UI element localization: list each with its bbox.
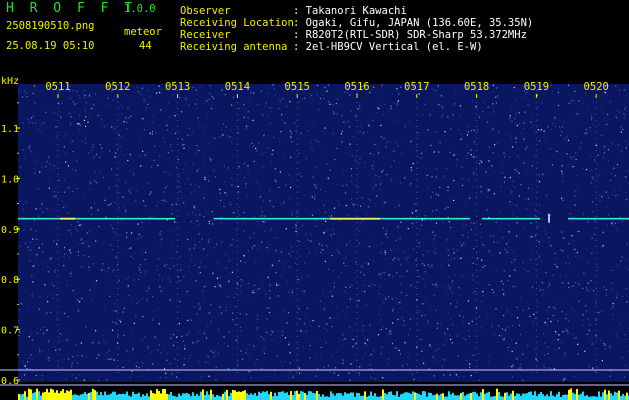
freq-tick-label: 1.0 (1, 174, 19, 185)
info-value-antenna: : 2el-HB9CV Vertical (el. E-W) (293, 41, 483, 53)
freq-tick-label: 0.7 (1, 326, 19, 337)
freq-tick-label: 1.1 (1, 124, 19, 135)
freq-tick-label: 0.8 (1, 275, 19, 286)
freq-tick-label: 0.9 (1, 225, 19, 236)
spectrogram-area: 0511 0512 0513 0514 0515 0516 0517 0518 0519 0520… (0, 74, 629, 400)
meteor-label: meteor (124, 26, 162, 38)
time-tick-label: 0513 (165, 81, 190, 93)
capture-datetime: 25.08.19 05:10 (6, 40, 95, 52)
file-name: 2508190510.png (6, 20, 95, 32)
time-tick-label: 0512 (105, 81, 130, 93)
time-tick-label: 0517 (404, 81, 429, 93)
time-tick-label: 0515 (285, 81, 310, 93)
app-version: 1.0.0 (124, 3, 156, 15)
info-label-antenna: Receiving antenna (180, 41, 288, 53)
meteor-count: 44 (139, 40, 152, 52)
time-tick-label: 0516 (344, 81, 369, 93)
header-panel: H R O F F T 1.0.0 2508190510.png meteor … (0, 0, 629, 74)
y-axis-unit-label: kHz (1, 76, 19, 87)
time-tick-label: 0514 (225, 81, 250, 93)
time-tick-label: 0519 (524, 81, 549, 93)
time-tick-label: 0520 (584, 81, 609, 93)
time-tick-label: 0518 (464, 81, 489, 93)
time-tick-label: 0511 (45, 81, 70, 93)
app-name: H R O F F T (6, 1, 137, 16)
spectrogram-chart: 0511 0512 0513 0514 0515 0516 0517 0518 0519 0520… (0, 74, 629, 400)
